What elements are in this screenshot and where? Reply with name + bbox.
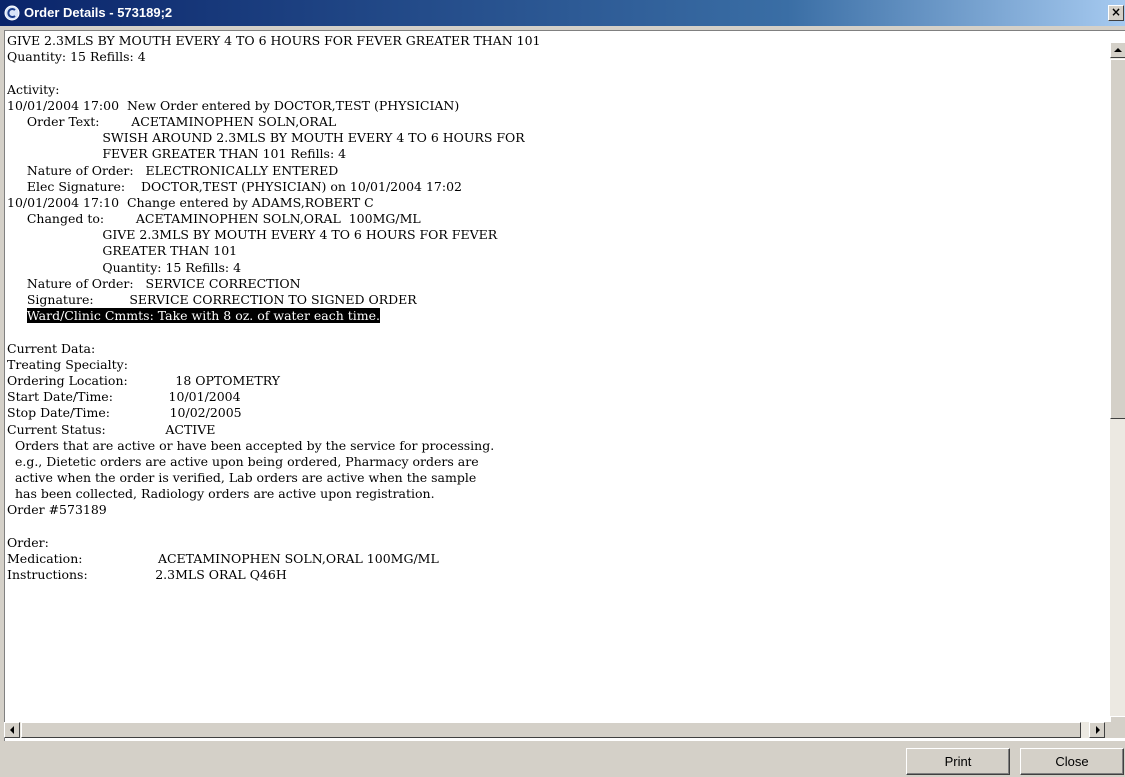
text-line xyxy=(7,519,1103,535)
text-line xyxy=(7,324,1103,340)
print-button[interactable]: Print xyxy=(906,748,1010,775)
text-line: Activity: xyxy=(7,81,60,97)
text-line: Nature of Order: ELECTRONICALLY ENTERED xyxy=(7,162,339,178)
text-line: Orders that are active or have been acce… xyxy=(7,437,495,453)
text-line: Current Data: xyxy=(7,340,96,356)
text-line: e.g., Dietetic orders are active upon be… xyxy=(7,453,479,469)
text-line: Order #573189 xyxy=(7,502,107,518)
text-line: SWISH AROUND 2.3MLS BY MOUTH EVERY 4 TO … xyxy=(7,130,525,146)
text-line: Changed to: ACETAMINOPHEN SOLN,ORAL 100M… xyxy=(7,211,421,227)
text-line: Ordering Location: 18 OPTOMETRY xyxy=(7,372,281,388)
order-details-text-area[interactable]: GIVE 2.3MLS BY MOUTH EVERY 4 TO 6 HOURS … xyxy=(4,30,1125,741)
text-line: Order Text: ACETAMINOPHEN SOLN,ORAL xyxy=(7,113,337,129)
text-line: Nature of Order: SERVICE CORRECTION xyxy=(7,275,301,291)
text-line: 10/01/2004 17:00 New Order entered by DO… xyxy=(7,97,460,113)
ward-clinic-comments-line: Ward/Clinic Cmmts: Take with 8 oz. of wa… xyxy=(7,308,1103,324)
text-line: GIVE 2.3MLS BY MOUTH EVERY 4 TO 6 HOURS … xyxy=(7,227,498,243)
text-line: Current Status: ACTIVE xyxy=(7,421,216,437)
text-line: GIVE 2.3MLS BY MOUTH EVERY 4 TO 6 HOURS … xyxy=(7,33,541,48)
app-icon xyxy=(4,5,20,21)
horizontal-scroll-thumb[interactable] xyxy=(21,722,1081,738)
text-line: Stop Date/Time: 10/02/2005 xyxy=(7,405,242,421)
order-details-text: GIVE 2.3MLS BY MOUTH EVERY 4 TO 6 HOURS … xyxy=(7,33,1103,723)
text-line: Medication: ACETAMINOPHEN SOLN,ORAL 100M… xyxy=(7,551,439,566)
text-line: Quantity: 15 Refills: 4 xyxy=(7,49,146,65)
close-window-button[interactable]: × xyxy=(1108,5,1124,21)
text-line: Quantity: 15 Refills: 4 xyxy=(7,259,242,275)
window-title: Order Details - 573189;2 xyxy=(24,5,173,20)
text-line xyxy=(7,65,1103,81)
text-line: Start Date/Time: 10/01/2004 xyxy=(7,389,241,405)
text-line: FEVER GREATER THAN 101 Refills: 4 xyxy=(7,146,347,162)
scroll-right-arrow-icon[interactable] xyxy=(1089,722,1105,738)
vertical-scroll-thumb[interactable] xyxy=(1110,59,1125,419)
text-line: Elec Signature: DOCTOR,TEST (PHYSICIAN) … xyxy=(7,178,462,194)
text-line: GREATER THAN 101 xyxy=(7,243,238,259)
text-line: Signature: SERVICE CORRECTION TO SIGNED … xyxy=(7,292,417,307)
scroll-up-arrow-icon[interactable] xyxy=(1110,42,1125,58)
close-button[interactable]: Close xyxy=(1020,748,1124,775)
text-line: active when the order is verified, Lab o… xyxy=(7,470,477,486)
text-line: Order: xyxy=(7,534,49,550)
title-bar[interactable]: Order Details - 573189;2 × xyxy=(0,0,1125,26)
text-line: Treating Specialty: xyxy=(7,356,128,372)
text-line: has been collected, Radiology orders are… xyxy=(7,486,435,502)
horizontal-scrollbar[interactable] xyxy=(4,722,1105,738)
text-line: Instructions: 2.3MLS ORAL Q46H xyxy=(7,567,287,583)
selected-text[interactable]: Ward/Clinic Cmmts: Take with 8 oz. of wa… xyxy=(26,308,381,324)
highlight-indent xyxy=(7,308,27,323)
scroll-left-arrow-icon[interactable] xyxy=(4,722,20,738)
order-details-window: Order Details - 573189;2 × GIVE 2.3MLS B… xyxy=(0,0,1125,777)
vertical-scrollbar[interactable] xyxy=(1110,42,1125,732)
text-line: 10/01/2004 17:10 Change entered by ADAMS… xyxy=(7,194,374,210)
scrollbar-corner xyxy=(1105,722,1125,738)
